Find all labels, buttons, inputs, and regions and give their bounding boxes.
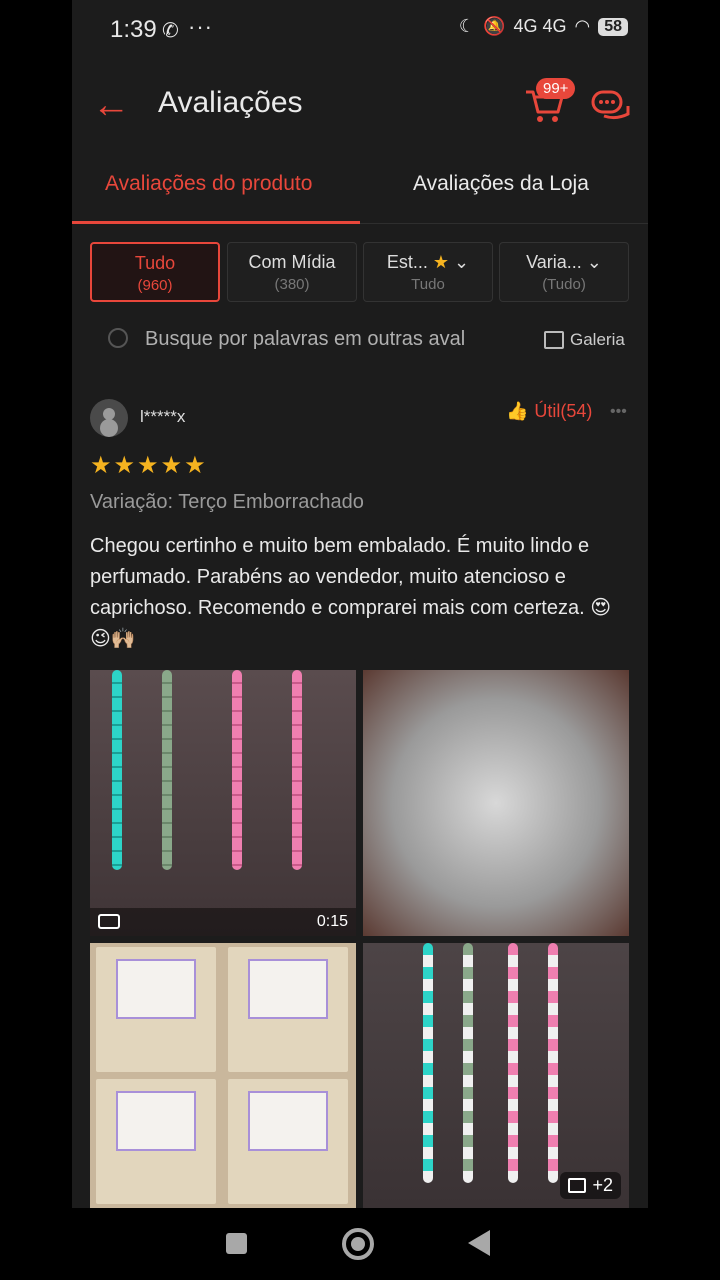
gift-card <box>248 1091 328 1151</box>
back-arrow-icon[interactable]: ← <box>92 86 130 124</box>
star-icon: ★ <box>432 252 450 272</box>
app-screen: 1:39 ✆ ··· ☾ 🔕 4G 4G ◠ 58 ← Avaliações 9… <box>72 0 648 1208</box>
gallery-button[interactable]: Galeria <box>544 330 625 350</box>
review-photo-rosaries[interactable]: +2 <box>363 943 629 1208</box>
recent-apps-button[interactable] <box>226 1233 247 1254</box>
chevron-down-icon: ⌄ <box>454 252 470 272</box>
whatsapp-icon: ✆ <box>162 20 179 42</box>
rosary-strand <box>112 670 122 870</box>
review-tabs: Avaliações do produto Avaliações da Loja <box>72 152 648 224</box>
thumbs-up-icon: 👍 <box>506 401 529 421</box>
back-button[interactable] <box>468 1230 490 1256</box>
gift-bag <box>96 1079 216 1204</box>
filter-label: Com Mídia <box>248 252 336 272</box>
rosary-strand <box>508 943 518 1183</box>
filter-chips: Tudo (960) Com Mídia (380) Est... ★ ⌄ Tu… <box>90 242 630 304</box>
filter-stars[interactable]: Est... ★ ⌄ Tudo <box>363 242 493 302</box>
review-search[interactable]: Busque por palavras em outras aval Galer… <box>90 322 630 362</box>
review-comment: Chegou certinho e muito bem embalado. É … <box>90 535 612 650</box>
gift-bag <box>96 947 216 1072</box>
battery-icon: 58 <box>598 17 628 36</box>
status-more-icon: ··· <box>188 14 213 39</box>
rosary-strand <box>463 943 473 1183</box>
chat-icon[interactable] <box>590 88 632 124</box>
gift-card <box>116 1091 196 1151</box>
filter-label: Varia... <box>526 252 582 272</box>
review-photo-package[interactable] <box>363 670 629 936</box>
status-icons: ☾ 🔕 4G 4G ◠ 58 <box>459 16 628 37</box>
filter-label-row: Varia... ⌄ <box>500 252 628 273</box>
search-icon <box>108 328 128 348</box>
gift-card <box>116 959 196 1019</box>
gift-bag <box>228 1079 348 1204</box>
helpful-button[interactable]: 👍 Útil(54) <box>506 401 592 422</box>
wifi-icon: ◠ <box>574 16 591 36</box>
avatar <box>90 399 128 437</box>
status-bar: 1:39 ✆ ··· ☾ 🔕 4G 4G ◠ 58 <box>72 0 648 60</box>
review-photo-bags[interactable] <box>90 943 356 1208</box>
filter-variation[interactable]: Varia... ⌄ (Tudo) <box>499 242 629 302</box>
rosary-strand <box>548 943 558 1183</box>
rosary-strand <box>292 670 302 870</box>
gift-bag <box>228 947 348 1072</box>
rosary-strand <box>162 670 172 870</box>
more-media-badge[interactable]: +2 <box>560 1172 621 1199</box>
moon-icon: ☾ <box>458 16 476 36</box>
filter-all[interactable]: Tudo (960) <box>90 242 220 302</box>
tab-product-reviews[interactable]: Avaliações do produto <box>105 172 312 196</box>
rosary-strand <box>423 943 433 1183</box>
image-icon <box>568 1178 587 1193</box>
rosary-strand <box>232 670 242 870</box>
home-button[interactable] <box>342 1228 374 1260</box>
video-bar: 0:15 <box>90 908 356 936</box>
reviewer-name: l*****x <box>140 407 186 426</box>
cart-count-badge: 99+ <box>536 78 576 99</box>
rating-stars: ★★★★★ <box>90 452 208 479</box>
chevron-down-icon: ⌄ <box>586 252 602 272</box>
page-title: Avaliações <box>158 86 303 119</box>
filter-count: (380) <box>274 276 310 293</box>
filter-label: Tudo <box>134 253 176 273</box>
helpful-count: Útil(54) <box>534 401 593 421</box>
status-time: 1:39 <box>110 16 157 43</box>
header: ← Avaliações 99+ <box>72 60 648 150</box>
search-input[interactable]: Busque por palavras em outras aval <box>145 328 500 351</box>
filter-count: (960) <box>137 277 173 294</box>
more-options-icon[interactable]: ••• <box>610 403 627 421</box>
mute-icon: 🔕 <box>483 16 506 36</box>
image-icon <box>544 331 564 349</box>
filter-count: Tudo <box>411 276 445 293</box>
network-label: 4G 4G <box>513 16 567 36</box>
review-video-thumbnail[interactable]: 0:15 <box>90 670 356 936</box>
gift-card <box>248 959 328 1019</box>
video-camera-icon <box>98 914 120 929</box>
more-media-count: +2 <box>592 1175 613 1195</box>
filter-label-row: Est... ★ ⌄ <box>364 252 492 273</box>
active-tab-indicator <box>72 221 360 224</box>
video-duration: 0:15 <box>316 913 348 930</box>
gallery-label: Galeria <box>570 330 625 349</box>
system-nav-bar <box>0 1208 720 1280</box>
tab-store-reviews[interactable]: Avaliações da Loja <box>413 172 589 196</box>
filter-count: (Tudo) <box>542 276 586 293</box>
filter-label: Est... <box>386 252 428 272</box>
filter-with-media[interactable]: Com Mídia (380) <box>227 242 357 302</box>
review-variation: Variação: Terço Emborrachado <box>90 491 364 513</box>
